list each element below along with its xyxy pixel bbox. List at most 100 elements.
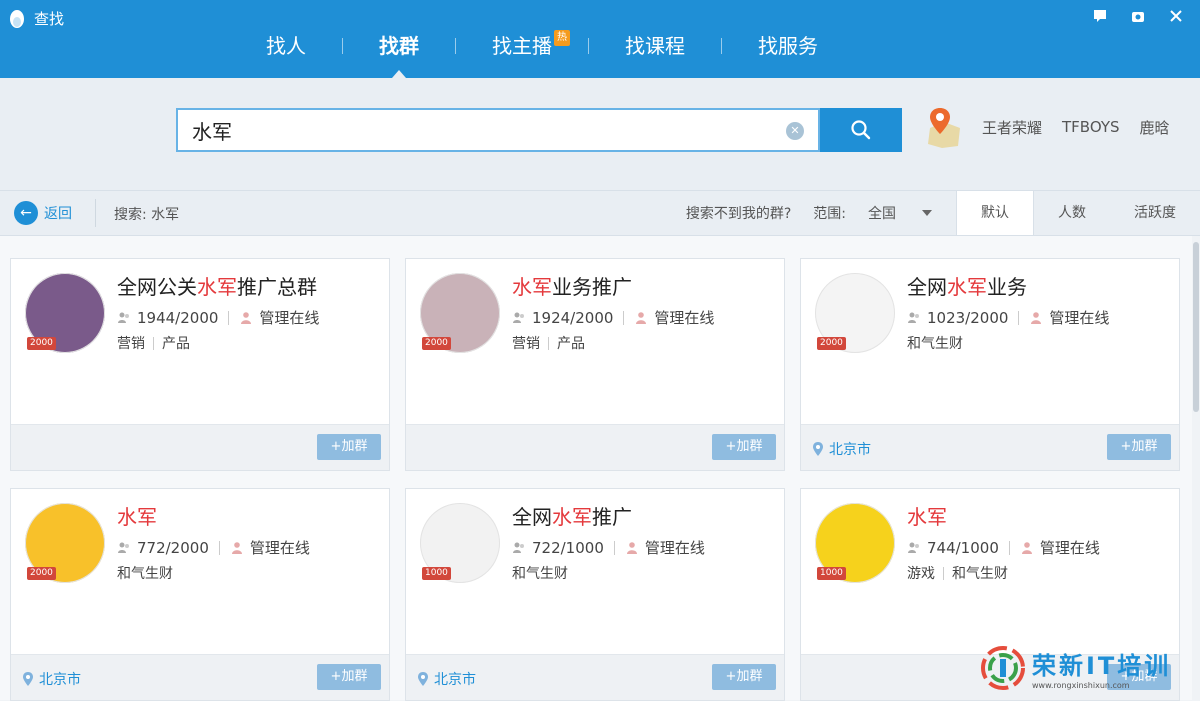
search-input[interactable] — [178, 110, 796, 150]
tab-find-streamers[interactable]: 找主播热 — [456, 28, 588, 64]
group-location: 北京市 — [23, 669, 81, 689]
member-count: 1924/2000 — [532, 308, 614, 327]
location-pin-icon — [418, 672, 428, 686]
tab-label: 找主播 — [492, 34, 552, 58]
close-icon[interactable] — [1168, 8, 1184, 24]
title-keyword: 水军 — [907, 505, 947, 529]
admin-status: 管理在线 — [644, 539, 705, 557]
admin-status: 管理在线 — [249, 539, 310, 557]
card-footer: 北京市 +加群 — [801, 424, 1179, 470]
admin-icon — [241, 311, 252, 324]
group-stats: 772/2000 管理在线 — [117, 537, 310, 558]
group-title[interactable]: 全网公关水军推广总群 — [117, 271, 317, 300]
member-count: 772/2000 — [137, 538, 209, 557]
penguin-logo-icon — [10, 9, 24, 28]
group-stats: 744/1000 管理在线 — [907, 537, 1100, 558]
group-card[interactable]: 1000 全网水军推广 722/1000 管理在线和气生财北京市 +加群 — [405, 488, 785, 701]
group-location: 北京市 — [418, 669, 476, 689]
skin-icon[interactable] — [1130, 8, 1146, 24]
scrollbar[interactable] — [1192, 236, 1200, 700]
group-stats: 1924/2000 管理在线 — [512, 307, 714, 328]
group-tags: 游戏 和气生财 — [907, 563, 1008, 583]
location-text: 北京市 — [434, 672, 476, 688]
group-stats: 722/1000 管理在线 — [512, 537, 705, 558]
title-suffix: 推广 — [592, 505, 632, 529]
group-level-badge: 2000 — [817, 337, 846, 350]
scroll-thumb[interactable] — [1193, 242, 1199, 412]
scope-dropdown[interactable]: 全国 — [868, 203, 932, 223]
sort-tab-members[interactable]: 人数 — [1034, 191, 1110, 235]
join-group-button[interactable]: +加群 — [712, 434, 776, 460]
app-title: 查找 — [8, 8, 64, 29]
group-level-badge: 2000 — [27, 337, 56, 350]
join-group-button[interactable]: +加群 — [1107, 434, 1171, 460]
members-icon — [513, 542, 524, 553]
divider — [943, 566, 944, 580]
member-count: 722/1000 — [532, 538, 604, 557]
top-bar: 查找 找人 找群 找主播热 找课程 找服务 — [0, 0, 1200, 78]
location-text: 北京市 — [39, 672, 81, 688]
hot-searches: 王者荣耀 TFBOYS 鹿晗 — [924, 104, 1190, 150]
group-tag: 游戏 — [907, 566, 935, 582]
tab-find-groups[interactable]: 找群 — [343, 28, 455, 78]
location-map-icon — [928, 108, 960, 148]
search-zone: ✕ 王者荣耀 TFBOYS 鹿晗 — [0, 78, 1200, 190]
group-card[interactable]: 2000 全网公关水军推广总群 1944/2000 管理在线 营销 产品 +加群 — [10, 258, 390, 471]
sort-tab-default[interactable]: 默认 — [956, 191, 1034, 235]
hot-search-link[interactable]: 王者荣耀 — [982, 117, 1042, 138]
title-prefix: 全网 — [907, 275, 947, 299]
back-button[interactable]: ← 返回 — [14, 201, 72, 225]
group-tags: 和气生财 — [512, 563, 568, 583]
card-footer: 北京市 +加群 — [11, 654, 389, 700]
group-title[interactable]: 全网水军推广 — [512, 501, 632, 530]
group-card[interactable]: 2000 水军业务推广 1924/2000 管理在线 营销 产品 +加群 — [405, 258, 785, 471]
chevron-down-icon — [922, 210, 932, 216]
title-keyword: 水军 — [552, 505, 592, 529]
feedback-icon[interactable] — [1092, 8, 1108, 24]
hot-search-link[interactable]: TFBOYS — [1062, 118, 1120, 136]
title-keyword: 水军 — [117, 505, 157, 529]
divider — [623, 310, 625, 325]
join-group-button[interactable]: +加群 — [317, 434, 381, 460]
title-keyword: 水军 — [512, 275, 552, 299]
divider — [548, 336, 549, 350]
divider — [218, 540, 220, 555]
group-tag: 和气生财 — [117, 566, 173, 582]
watermark-text: 荣新IT培训 — [1032, 652, 1172, 680]
group-title[interactable]: 水军业务推广 — [512, 271, 632, 300]
search-button[interactable] — [820, 108, 902, 152]
tab-find-courses[interactable]: 找课程 — [589, 28, 721, 64]
group-tag: 营销 — [512, 336, 540, 352]
sort-tab-activity[interactable]: 活跃度 — [1110, 191, 1200, 235]
tab-find-people[interactable]: 找人 — [230, 28, 342, 64]
group-tag: 营销 — [117, 336, 145, 352]
hot-search-link[interactable]: 鹿晗 — [1140, 117, 1170, 138]
group-title[interactable]: 水军 — [907, 501, 947, 530]
clear-icon[interactable]: ✕ — [786, 122, 804, 140]
tab-label: 找服务 — [758, 34, 818, 58]
group-card[interactable]: 2000 全网水军业务 1023/2000 管理在线 和气生财 北京市 +加群 — [800, 258, 1180, 471]
group-level-badge: 1000 — [422, 567, 451, 580]
title-suffix: 推广总群 — [237, 275, 317, 299]
divider — [613, 540, 615, 555]
watermark-logo-icon — [981, 646, 1025, 690]
group-card[interactable]: 2000 水军 772/2000 管理在线和气生财北京市 +加群 — [10, 488, 390, 701]
join-group-button[interactable]: +加群 — [712, 664, 776, 690]
card-footer: +加群 — [406, 424, 784, 470]
group-title[interactable]: 水军 — [117, 501, 157, 530]
group-level-badge: 2000 — [27, 567, 56, 580]
members-icon — [118, 312, 129, 323]
group-title[interactable]: 全网水军业务 — [907, 271, 1027, 300]
tab-find-services[interactable]: 找服务 — [722, 28, 854, 64]
join-group-button[interactable]: +加群 — [317, 664, 381, 690]
divider — [153, 336, 154, 350]
group-tag: 产品 — [162, 336, 190, 352]
title-keyword: 水军 — [197, 275, 237, 299]
title-prefix: 全网公关 — [117, 275, 197, 299]
admin-icon — [1031, 311, 1042, 324]
not-found-link[interactable]: 搜索不到我的群? — [686, 203, 791, 223]
group-tag: 和气生财 — [952, 566, 1008, 582]
back-arrow-icon: ← — [14, 201, 38, 225]
admin-icon — [636, 311, 647, 324]
title-prefix: 全网 — [512, 505, 552, 529]
